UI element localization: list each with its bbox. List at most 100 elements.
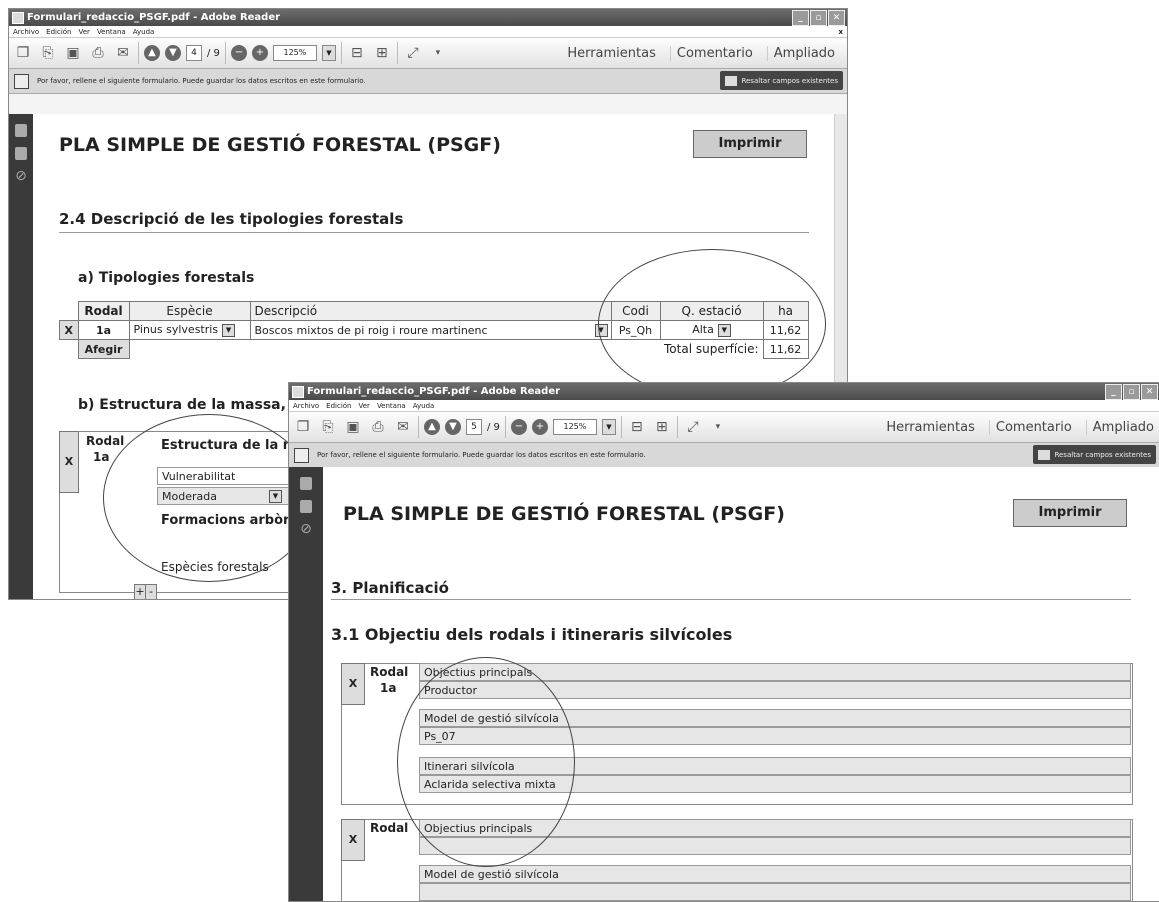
tools-button[interactable]: Herramientas xyxy=(880,420,981,435)
toolbar-more-icon[interactable]: ▾ xyxy=(708,417,728,437)
delete-rodal-button[interactable]: X xyxy=(341,663,365,705)
page-up-icon[interactable]: ▲ xyxy=(144,45,160,61)
comment-button[interactable]: Comentario xyxy=(988,419,1078,435)
create-pdf-icon[interactable]: ❐ xyxy=(13,43,33,63)
rodal-header: Rodal xyxy=(370,665,409,679)
zoom-select[interactable]: 125% xyxy=(272,45,317,61)
zoom-out-icon[interactable]: − xyxy=(510,419,527,435)
maximize-button[interactable]: ▫ xyxy=(1123,384,1140,400)
front-title-bar: Formulari_redaccio_PSGF.pdf - Adobe Read… xyxy=(289,383,1159,400)
email-icon[interactable]: ✉ xyxy=(113,43,133,63)
extended-button[interactable]: Ampliado xyxy=(1085,419,1159,435)
subsection-b-title: b) Estructura de la massa, for xyxy=(78,397,314,413)
back-print-button[interactable]: Imprimir xyxy=(693,130,807,158)
front-menu-bar: Archivo Edición Ver Ventana Ayuda xyxy=(289,400,1159,412)
minimize-button[interactable]: _ xyxy=(1105,384,1122,400)
front-print-button[interactable]: Imprimir xyxy=(1013,499,1127,527)
fit-width-icon[interactable]: ⊞ xyxy=(372,43,392,63)
layers-icon[interactable] xyxy=(300,500,312,513)
zoom-in-icon[interactable]: + xyxy=(251,45,268,61)
front-doc-title: PLA SIMPLE DE GESTIÓ FORESTAL (PSGF) xyxy=(343,503,785,525)
menu-ver[interactable]: Ver xyxy=(359,402,370,410)
front-section-title: 3. Planificació xyxy=(331,579,449,597)
attachments-icon[interactable]: ⊘ xyxy=(9,168,33,184)
rodal-cell[interactable]: 1a xyxy=(77,320,130,340)
zoom-out-icon[interactable]: − xyxy=(230,45,247,61)
front-subsection-title: 3.1 Objectiu dels rodals i itineraris si… xyxy=(331,625,733,644)
descripcio-select[interactable]: Boscos mixtos de pi roig i roure martine… xyxy=(249,320,612,340)
page-down-icon[interactable]: ▼ xyxy=(165,45,181,61)
comment-button[interactable]: Comentario xyxy=(669,45,759,61)
menu-edicion[interactable]: Edición xyxy=(46,28,71,36)
delete-row-button[interactable]: X xyxy=(59,320,79,340)
close-document-icon[interactable]: x xyxy=(838,28,843,36)
menu-edicion[interactable]: Edición xyxy=(326,402,351,410)
front-toolbar: ❐ ⎘ ▣ ⎙ ✉ ▲ ▼ 5 / 9 − + 125% ▼ ⊟ ⊞ ⤢ ▾ H… xyxy=(289,412,1159,443)
save-icon[interactable]: ▣ xyxy=(63,43,83,63)
menu-archivo[interactable]: Archivo xyxy=(13,28,39,36)
fullscreen-icon[interactable]: ⤢ xyxy=(403,43,423,63)
menu-ventana[interactable]: Ventana xyxy=(97,28,126,36)
adobe-reader-icon xyxy=(12,11,24,24)
toolbar-more-icon[interactable]: ▾ xyxy=(428,43,448,63)
page-up-icon[interactable]: ▲ xyxy=(424,419,440,435)
form-info-icon xyxy=(294,448,309,463)
attachments-icon[interactable]: ⊘ xyxy=(289,521,323,537)
model-field[interactable] xyxy=(419,883,1131,901)
save-icon[interactable]: ▣ xyxy=(343,417,363,437)
fit-page-icon[interactable]: ⊟ xyxy=(347,43,367,63)
fit-width-icon[interactable]: ⊞ xyxy=(652,417,672,437)
pages-icon[interactable] xyxy=(15,124,27,137)
print-icon[interactable]: ⎙ xyxy=(88,43,108,63)
minimize-button[interactable]: _ xyxy=(792,10,809,26)
delete-rodal-button[interactable]: X xyxy=(59,431,79,493)
menu-ayuda[interactable]: Ayuda xyxy=(413,402,435,410)
page-number-input[interactable]: 5 xyxy=(466,419,482,435)
print-icon[interactable]: ⎙ xyxy=(368,417,388,437)
tools-button[interactable]: Herramientas xyxy=(561,46,662,61)
back-title-bar: Formulari_redaccio_PSGF.pdf - Adobe Read… xyxy=(9,9,847,26)
dropdown-arrow-icon[interactable]: ▼ xyxy=(222,323,236,337)
zoom-dropdown-icon[interactable]: ▼ xyxy=(321,45,336,61)
highlight-icon xyxy=(725,75,738,86)
maximize-button[interactable]: ▫ xyxy=(810,10,827,26)
rodal-header: Rodal xyxy=(86,434,125,448)
fullscreen-icon[interactable]: ⤢ xyxy=(683,417,703,437)
especie-select[interactable]: Pinus sylvestris ▼ xyxy=(128,320,251,340)
open-icon[interactable]: ⎘ xyxy=(318,417,338,437)
adobe-reader-icon xyxy=(292,385,304,398)
front-window-title: Formulari_redaccio_PSGF.pdf - Adobe Read… xyxy=(307,386,561,397)
open-icon[interactable]: ⎘ xyxy=(38,43,58,63)
remove-species-button[interactable]: - xyxy=(145,584,157,599)
back-toolbar: ❐ ⎘ ▣ ⎙ ✉ ▲ ▼ 4 / 9 − + 125% ▼ ⊟ ⊞ ⤢ ▾ H… xyxy=(9,38,847,69)
email-icon[interactable]: ✉ xyxy=(393,417,413,437)
create-pdf-icon[interactable]: ❐ xyxy=(293,417,313,437)
menu-ayuda[interactable]: Ayuda xyxy=(133,28,155,36)
zoom-select[interactable]: 125% xyxy=(552,419,597,435)
page-down-icon[interactable]: ▼ xyxy=(445,419,461,435)
close-button[interactable]: ✕ xyxy=(1141,384,1158,400)
delete-rodal-button[interactable]: X xyxy=(341,819,365,861)
menu-ventana[interactable]: Ventana xyxy=(377,402,406,410)
fit-page-icon[interactable]: ⊟ xyxy=(627,417,647,437)
add-row-button[interactable]: Afegir xyxy=(77,339,130,359)
page-number-input[interactable]: 4 xyxy=(186,45,202,61)
menu-ver[interactable]: Ver xyxy=(79,28,90,36)
highlight-icon xyxy=(1038,449,1051,460)
zoom-dropdown-icon[interactable]: ▼ xyxy=(601,419,616,435)
back-section-title: 2.4 Descripció de les tipologies foresta… xyxy=(59,210,404,228)
back-menu-bar: Archivo Edición Ver Ventana Ayuda x xyxy=(9,26,847,38)
col-descripcio: Descripció xyxy=(249,301,612,321)
pages-icon[interactable] xyxy=(300,477,312,490)
layers-icon[interactable] xyxy=(15,147,27,160)
form-info-message: Por favor, rellene el siguiente formular… xyxy=(37,77,366,85)
page-total: / 9 xyxy=(487,421,500,433)
highlight-fields-button[interactable]: Resaltar campos existentes xyxy=(720,71,843,90)
highlight-fields-button[interactable]: Resaltar campos existentes xyxy=(1033,445,1156,464)
menu-archivo[interactable]: Archivo xyxy=(293,402,319,410)
zoom-in-icon[interactable]: + xyxy=(531,419,548,435)
back-left-nav-panel: ⊘ xyxy=(9,114,33,599)
close-button[interactable]: ✕ xyxy=(828,10,845,26)
annotation-circle xyxy=(103,414,315,582)
extended-button[interactable]: Ampliado xyxy=(766,45,841,61)
